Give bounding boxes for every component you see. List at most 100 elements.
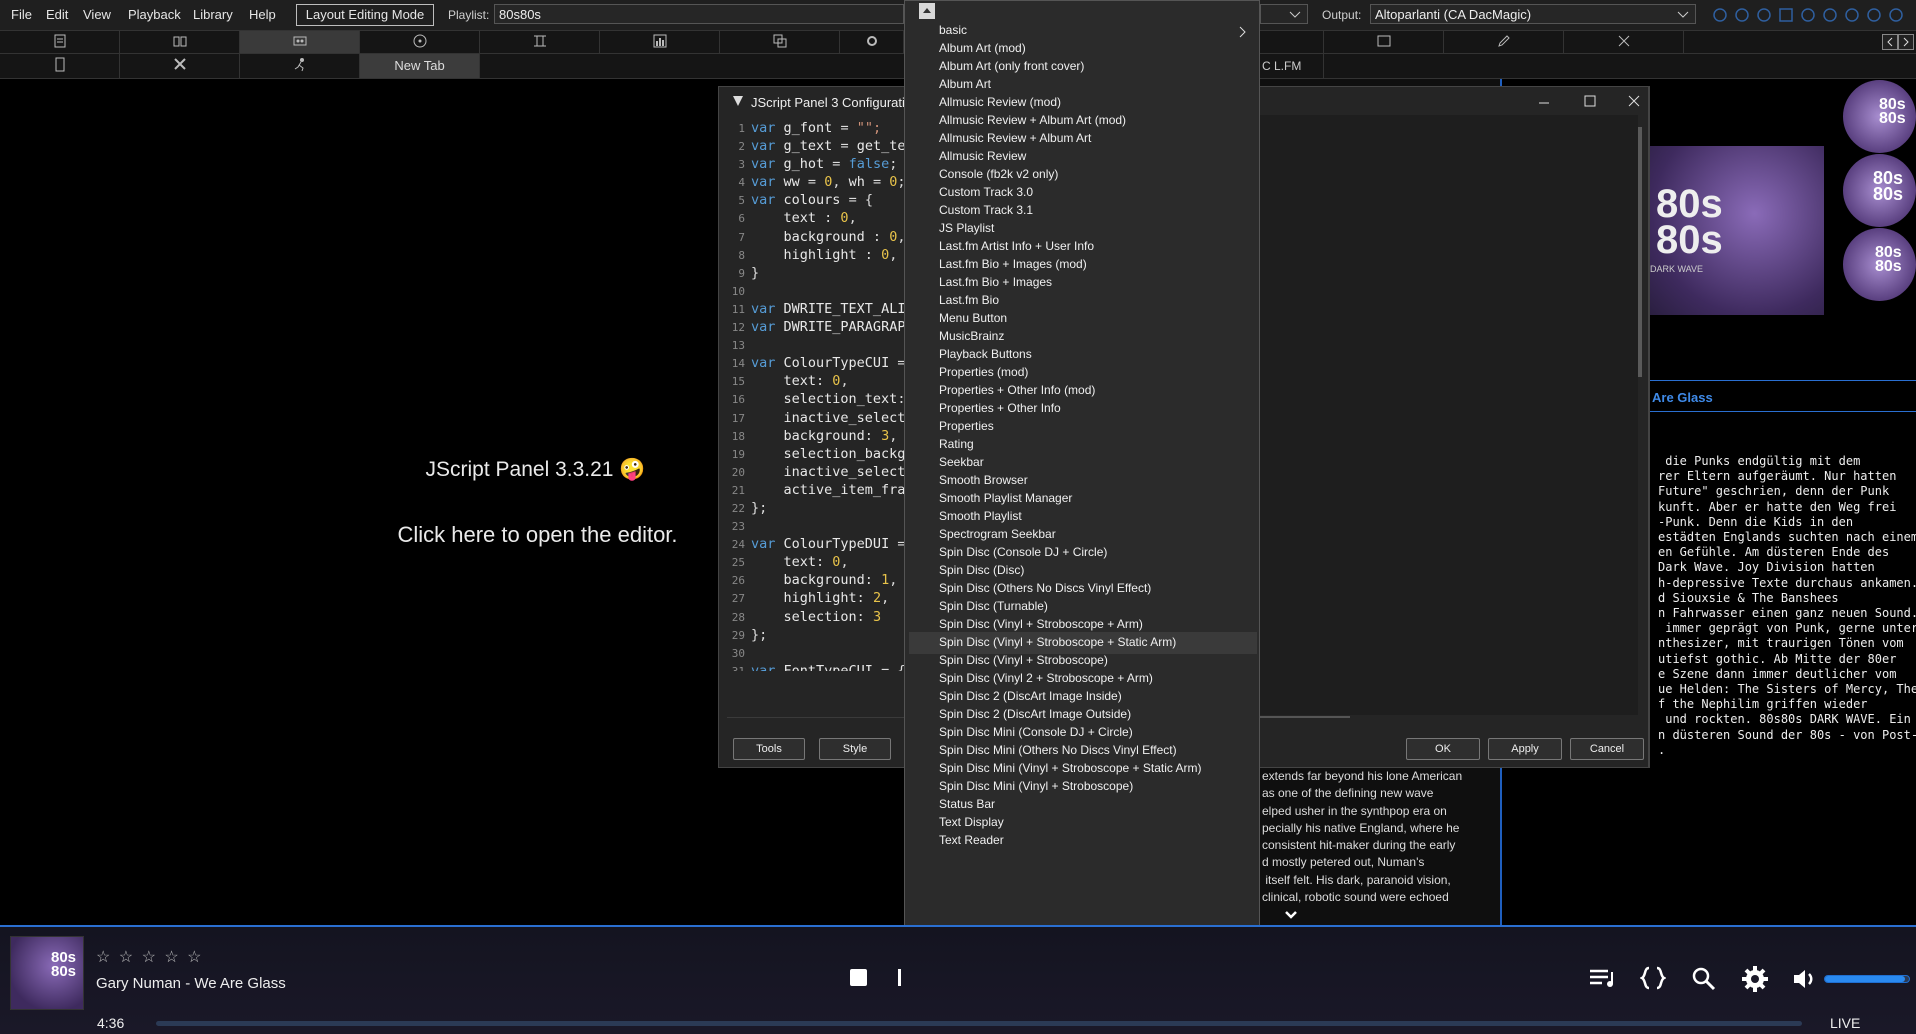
menu-view[interactable]: View (83, 7, 111, 22)
dropdown-item[interactable]: Properties + Other Info (939, 401, 1061, 415)
ok-button-right[interactable]: OK (1406, 738, 1480, 760)
dropdown-item[interactable]: MusicBrainz (939, 329, 1004, 343)
dropdown-item[interactable]: Console (fb2k v2 only) (939, 167, 1058, 181)
playlist-dropdown-tail[interactable] (1260, 4, 1308, 24)
tab-window[interactable] (1324, 31, 1444, 53)
dropdown-item[interactable]: Properties + Other Info (mod) (939, 383, 1095, 397)
dropdown-scroll-up[interactable] (919, 3, 935, 19)
dropdown-item[interactable]: Smooth Browser (939, 473, 1028, 487)
dropdown-item[interactable]: Spin Disc Mini (Vinyl + Stroboscope + St… (939, 761, 1202, 775)
menu-edit[interactable]: Edit (46, 7, 68, 22)
dropdown-item[interactable]: Custom Track 3.1 (939, 203, 1033, 217)
tab-run[interactable] (240, 54, 360, 78)
dropdown-item[interactable]: Properties (939, 419, 994, 433)
maximize-icon[interactable] (1584, 95, 1596, 107)
horizontal-scrollbar[interactable] (1260, 716, 1350, 718)
tab-stop[interactable] (1260, 31, 1324, 53)
dropdown-item[interactable]: Rating (939, 437, 974, 451)
close-icon[interactable] (1628, 95, 1640, 107)
layout-editing-mode-button[interactable]: Layout Editing Mode (296, 4, 434, 26)
dropdown-item[interactable]: Allmusic Review + Album Art (mod) (939, 113, 1126, 127)
braces-icon[interactable] (1640, 966, 1666, 990)
dropdown-item[interactable]: Spin Disc (Others No Discs Vinyl Effect) (939, 581, 1151, 595)
dropdown-item[interactable]: Spin Disc (Vinyl + Stroboscope + Static … (939, 635, 1176, 649)
dropdown-item[interactable]: Spin Disc 2 (DiscArt Image Inside) (939, 689, 1122, 703)
apply-button-right[interactable]: Apply (1488, 738, 1562, 760)
dropdown-item[interactable]: Album Art (only front cover) (939, 59, 1084, 73)
output-select[interactable]: Altoparlanti (CA DacMagic) (1370, 4, 1696, 24)
dropdown-item[interactable]: Text Reader (939, 833, 1004, 847)
dropdown-item[interactable]: Custom Track 3.0 (939, 185, 1033, 199)
dropdown-item[interactable]: Smooth Playlist Manager (939, 491, 1072, 505)
gear-icon[interactable] (1742, 966, 1768, 992)
tab-tools[interactable] (1564, 31, 1684, 53)
dropdown-item[interactable]: Spin Disc (Disc) (939, 563, 1024, 577)
code-editor-right[interactable] (1260, 115, 1638, 715)
tools-button[interactable]: Tools (733, 738, 805, 760)
tab-disc[interactable] (360, 31, 480, 53)
open-editor-prompt[interactable]: Click here to open the editor. (320, 522, 755, 548)
tab-lastfm[interactable]: C L.FM (1260, 54, 1324, 78)
dropdown-item[interactable]: Seekbar (939, 455, 984, 469)
scroll-left-button[interactable] (1882, 34, 1898, 50)
tab-edit[interactable] (1444, 31, 1564, 53)
dropdown-item[interactable]: Text Display (939, 815, 1004, 829)
code-editor[interactable]: 1 var g_font = ""; 2 var g_text = get_te 3 va… (725, 119, 905, 671)
seekbar[interactable] (156, 1021, 1802, 1026)
tab-book[interactable] (120, 31, 240, 53)
tab-tools-2[interactable] (120, 54, 240, 78)
tab-copy[interactable] (720, 31, 840, 53)
dropdown-item[interactable]: Spin Disc (Turnable) (939, 599, 1048, 613)
volume-slider[interactable] (1824, 975, 1910, 983)
dropdown-item[interactable]: Last.fm Bio (939, 293, 999, 307)
menu-library[interactable]: Library (193, 7, 233, 22)
dropdown-item[interactable]: Last.fm Artist Info + User Info (939, 239, 1094, 253)
dropdown-item[interactable]: Spin Disc Mini (Console DJ + Circle) (939, 725, 1133, 739)
dropdown-item[interactable]: Spin Disc 2 (DiscArt Image Outside) (939, 707, 1131, 721)
tab-active[interactable] (240, 31, 360, 53)
dropdown-item[interactable]: Spectrogram Seekbar (939, 527, 1056, 541)
dropdown-item[interactable]: Album Art (939, 77, 991, 91)
dropdown-item[interactable]: Spin Disc (Console DJ + Circle) (939, 545, 1107, 559)
dropdown-item[interactable]: Smooth Playlist (939, 509, 1022, 523)
dropdown-item[interactable]: Allmusic Review (mod) (939, 95, 1061, 109)
dropdown-item[interactable]: Spin Disc Mini (Vinyl + Stroboscope) (939, 779, 1133, 793)
dropdown-item[interactable]: JS Playlist (939, 221, 994, 235)
playlist-icon[interactable] (1588, 967, 1618, 989)
tab-chart[interactable] (600, 31, 720, 53)
vertical-scrollbar[interactable] (1638, 127, 1642, 377)
dropdown-item[interactable]: Menu Button (939, 311, 1007, 325)
rating-stars[interactable]: ☆ ☆ ☆ ☆ ☆ (96, 947, 204, 967)
dropdown-item[interactable]: Last.fm Bio + Images (mod) (939, 257, 1087, 271)
scroll-right-button[interactable] (1898, 34, 1914, 50)
dropdown-item[interactable]: Allmusic Review (939, 149, 1026, 163)
dropdown-item[interactable]: Properties (mod) (939, 365, 1028, 379)
dropdown-item[interactable]: basic (939, 23, 967, 37)
now-playing-cover[interactable]: 80s 80s (10, 936, 84, 1010)
stop-button[interactable] (850, 969, 867, 986)
menu-file[interactable]: File (11, 7, 32, 22)
expand-bio-button[interactable] (1284, 910, 1298, 920)
dropdown-item[interactable]: Allmusic Review + Album Art (939, 131, 1091, 145)
dropdown-item[interactable]: Playback Buttons (939, 347, 1032, 361)
style-button[interactable]: Style (819, 738, 891, 760)
dropdown-item[interactable]: Album Art (mod) (939, 41, 1026, 55)
tab-mobile[interactable] (0, 54, 120, 78)
volume-icon[interactable] (1792, 967, 1818, 991)
tab-document[interactable] (0, 31, 120, 53)
search-icon[interactable] (1692, 967, 1716, 991)
dropdown-item[interactable]: Status Bar (939, 797, 995, 811)
tab-new-tab[interactable]: New Tab (360, 54, 480, 78)
play-pause-button[interactable] (898, 969, 901, 986)
minimize-icon[interactable] (1538, 97, 1550, 109)
dropdown-item[interactable]: Spin Disc (Vinyl 2 + Stroboscope + Arm) (939, 671, 1153, 685)
menu-playback[interactable]: Playback (128, 7, 181, 22)
dropdown-item[interactable]: Last.fm Bio + Images (939, 275, 1052, 289)
tab-settings[interactable] (840, 31, 904, 53)
tab-columns[interactable] (480, 31, 600, 53)
dropdown-item[interactable]: Spin Disc Mini (Others No Discs Vinyl Ef… (939, 743, 1177, 757)
menu-help[interactable]: Help (249, 7, 276, 22)
dropdown-item[interactable]: Spin Disc (Vinyl + Stroboscope + Arm) (939, 617, 1143, 631)
cancel-button-right[interactable]: Cancel (1570, 738, 1644, 760)
dropdown-item[interactable]: Spin Disc (Vinyl + Stroboscope) (939, 653, 1108, 667)
